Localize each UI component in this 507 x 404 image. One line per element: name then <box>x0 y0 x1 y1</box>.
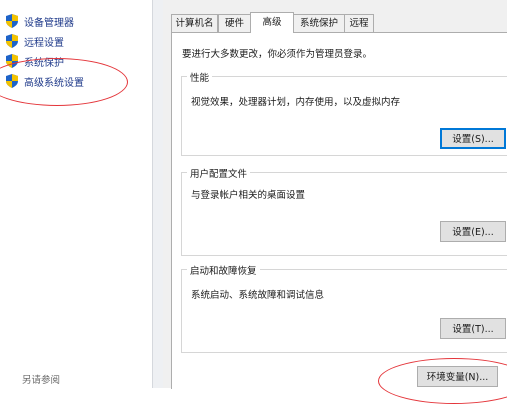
sidebar-item-label: 设备管理器 <box>24 17 74 29</box>
performance-group: 性能 视觉效果，处理器计划，内存使用，以及虚拟内存 设置(S)... <box>181 70 507 156</box>
startup-recovery-title: 启动和故障恢复 <box>187 263 260 277</box>
sidebar-item-label: 远程设置 <box>24 37 64 49</box>
tab-computer-name[interactable]: 计算机名 <box>171 14 218 32</box>
user-profiles-description: 与登录帐户相关的桌面设置 <box>191 190 306 201</box>
tab-remote[interactable]: 远程 <box>344 14 374 32</box>
environment-variables-button[interactable]: 环境变量(N)... <box>417 366 498 387</box>
left-pane: 设备管理器 远程设置 系统保护 高级系统设置 另请参阅 <box>0 0 152 388</box>
sidebar-item-remote-settings[interactable]: 远程设置 <box>6 33 64 49</box>
advanced-tab-panel: 要进行大多数更改，你必须作为管理员登录。 性能 视觉效果，处理器计划，内存使用，… <box>171 32 507 389</box>
startup-recovery-settings-button[interactable]: 设置(T)... <box>440 318 506 339</box>
tab-hardware[interactable]: 硬件 <box>218 14 251 32</box>
sidebar-item-label: 高级系统设置 <box>24 77 84 89</box>
tab-system-protection[interactable]: 系统保护 <box>293 14 345 32</box>
sidebar-item-device-manager[interactable]: 设备管理器 <box>6 13 74 29</box>
shield-icon <box>6 14 18 28</box>
user-profiles-settings-button[interactable]: 设置(E)... <box>440 221 506 242</box>
performance-settings-button[interactable]: 设置(S)... <box>440 128 506 149</box>
performance-description: 视觉效果，处理器计划，内存使用，以及虚拟内存 <box>191 97 401 108</box>
performance-title: 性能 <box>187 70 213 84</box>
user-profiles-group: 用户配置文件 与登录帐户相关的桌面设置 设置(E)... <box>181 166 507 256</box>
admin-notice: 要进行大多数更改，你必须作为管理员登录。 <box>182 49 373 60</box>
system-properties-dialog: 计算机名 硬件 高级 系统保护 远程 要进行大多数更改，你必须作为管理员登录。 … <box>163 0 507 404</box>
startup-recovery-group: 启动和故障恢复 系统启动、系统故障和调试信息 设置(T)... <box>181 263 507 353</box>
shield-icon <box>6 34 18 48</box>
tab-advanced[interactable]: 高级 <box>250 12 294 33</box>
sidebar-item-label: 系统保护 <box>24 57 64 69</box>
user-profiles-title: 用户配置文件 <box>187 166 251 180</box>
sidebar-item-system-protection[interactable]: 系统保护 <box>6 53 64 69</box>
sidebar-item-advanced-system-settings[interactable]: 高级系统设置 <box>6 73 84 89</box>
shield-icon <box>6 74 18 88</box>
see-also-heading: 另请参阅 <box>22 375 61 386</box>
startup-recovery-description: 系统启动、系统故障和调试信息 <box>191 290 325 301</box>
shield-icon <box>6 54 18 68</box>
